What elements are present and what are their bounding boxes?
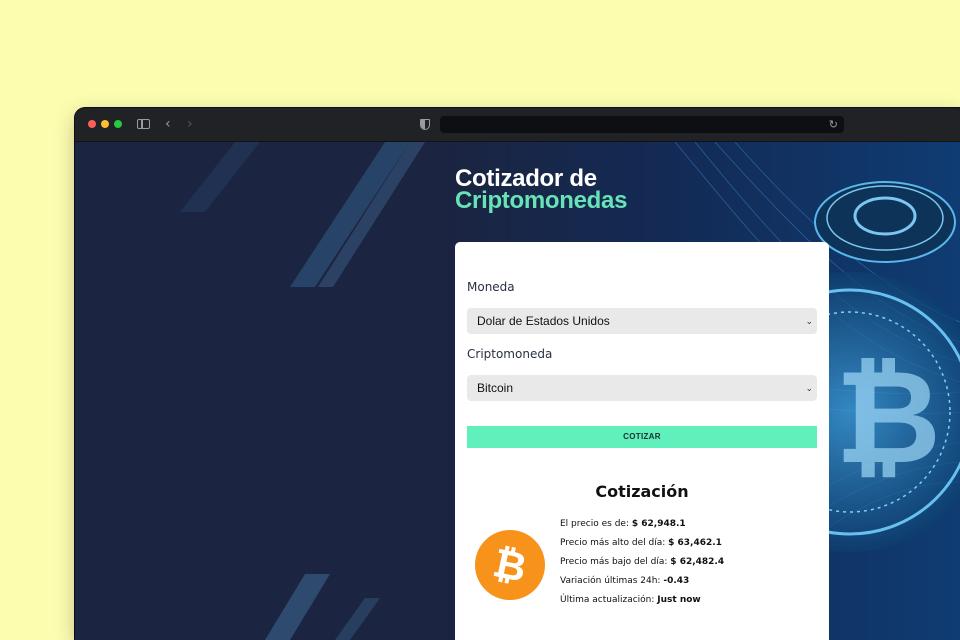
reload-icon[interactable]: ↻ xyxy=(829,117,838,132)
high-label: Precio más alto del día: xyxy=(560,538,669,548)
currency-select-value: Dolar de Estados Unidos xyxy=(477,314,610,328)
page-title: Cotizador de Criptomonedas xyxy=(455,167,628,214)
price-label: El precio es de: xyxy=(560,519,632,529)
browser-toolbar: ‹ › ↻ xyxy=(75,108,960,142)
price-row: El precio es de: $ 62,948.1 xyxy=(560,518,724,537)
crypto-select[interactable]: Bitcoin ⌄ xyxy=(467,375,817,401)
address-bar[interactable]: ↻ xyxy=(440,116,844,133)
bitcoin-icon: ₿ xyxy=(475,530,545,600)
sidebar-toggle-icon[interactable] xyxy=(137,119,150,129)
svg-text:₿: ₿ xyxy=(835,341,941,493)
minimize-window-button[interactable] xyxy=(101,120,109,128)
high-row: Precio más alto del día: $ 63,462.1 xyxy=(560,537,724,556)
page-content: ₿ Cotizador de Criptomonedas Moneda Dola… xyxy=(75,142,960,640)
crypto-select-value: Bitcoin xyxy=(477,381,514,395)
currency-label: Moneda xyxy=(467,280,515,294)
quote-card: Moneda Dolar de Estados Unidos ⌄ Criptom… xyxy=(455,242,829,640)
low-row: Precio más bajo del día: $ 62,482.4 xyxy=(560,556,724,575)
price-value: $ 62,948.1 xyxy=(631,519,686,529)
updated-row: Última actualización: Just now xyxy=(560,594,724,613)
chevron-left-icon[interactable]: ‹ xyxy=(165,117,171,131)
updated-value: Just now xyxy=(657,595,701,605)
low-value: $ 62,482.4 xyxy=(670,557,725,567)
change-value: -0.43 xyxy=(663,576,690,586)
low-label: Precio más bajo del día: xyxy=(560,557,671,567)
chevron-down-icon: ⌄ xyxy=(805,316,813,326)
high-value: $ 63,462.1 xyxy=(668,538,722,548)
crypto-label: Criptomoneda xyxy=(467,347,553,361)
chevron-right-icon[interactable]: › xyxy=(187,117,193,131)
chevron-down-icon: ⌄ xyxy=(805,383,813,393)
updated-label: Última actualización: xyxy=(560,595,658,605)
close-window-button[interactable] xyxy=(88,120,96,128)
result-title: Cotización xyxy=(595,482,689,501)
quote-details: El precio es de: $ 62,948.1 Precio más a… xyxy=(560,518,724,613)
cotizar-button[interactable]: COTIZAR xyxy=(467,426,817,448)
currency-select[interactable]: Dolar de Estados Unidos ⌄ xyxy=(467,308,817,334)
shield-icon[interactable] xyxy=(420,119,430,130)
page-title-line2: Criptomonedas xyxy=(455,187,628,214)
change-row: Variación últimas 24h: -0.43 xyxy=(560,575,724,594)
maximize-window-button[interactable] xyxy=(114,120,122,128)
change-label: Variación últimas 24h: xyxy=(560,576,664,586)
browser-window: ‹ › ↻ ₿ Cotizador de Criptomonedas Moned… xyxy=(75,108,960,640)
